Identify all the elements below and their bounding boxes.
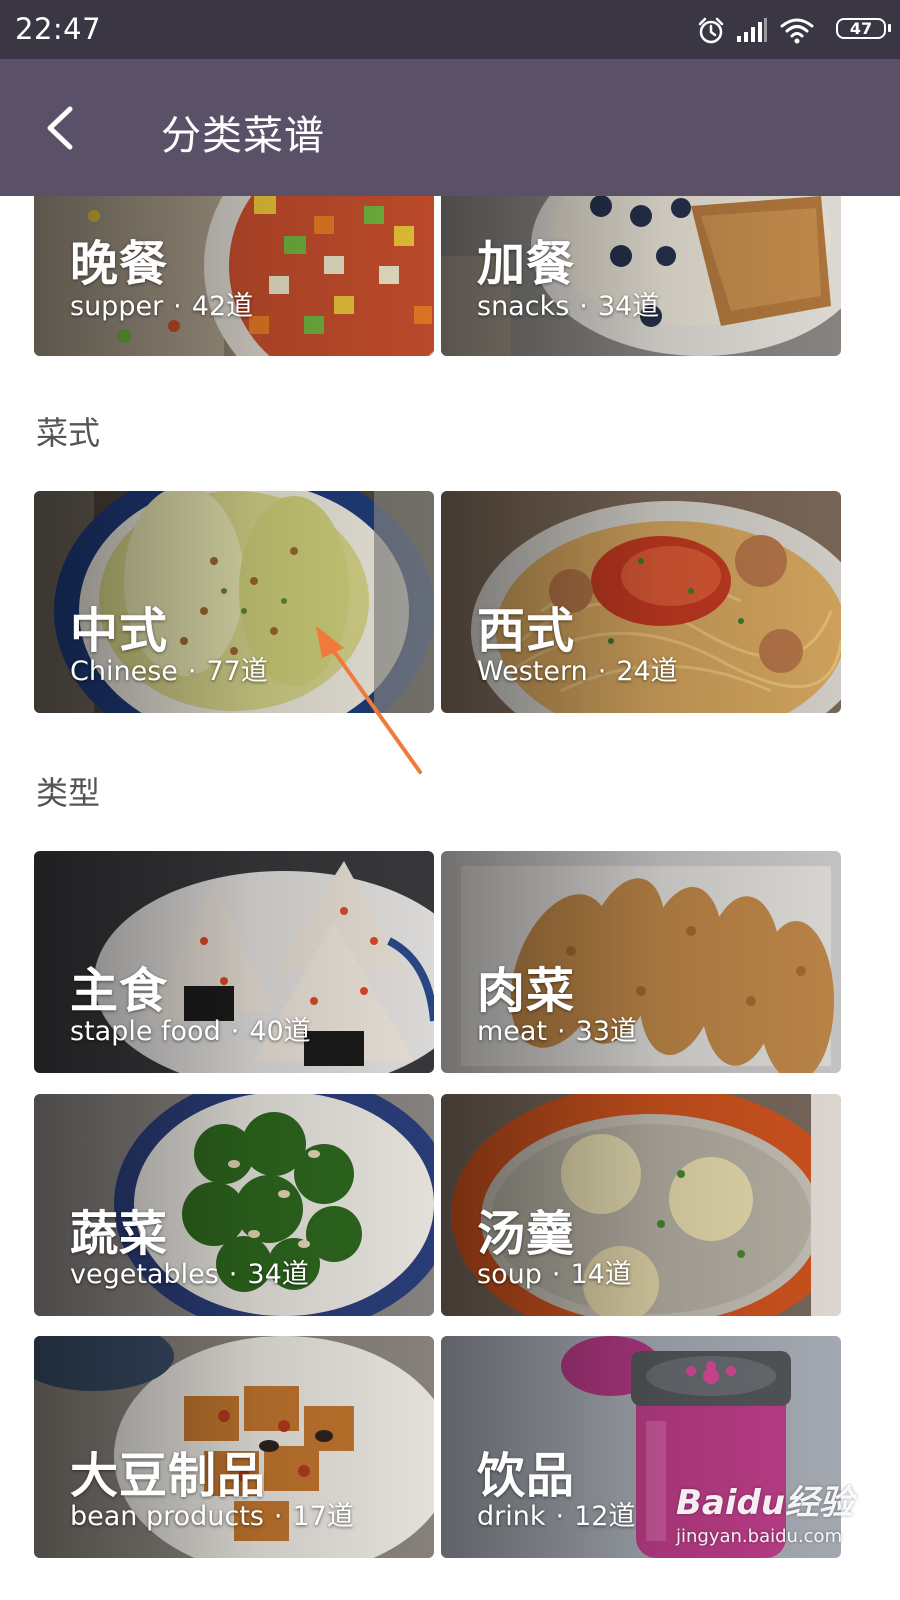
watermark-main: Baidu经验 xyxy=(676,1483,854,1523)
separator-dot: · xyxy=(579,291,588,322)
baidu-watermark: Baidu经验 jingyan.baidu.com xyxy=(676,1475,853,1547)
category-card-bean-products[interactable]: 大豆制品 bean products · 17道 xyxy=(34,1336,434,1558)
recipe-count: 34道 xyxy=(597,291,660,322)
card-subtitle: drink · 12道 xyxy=(477,1494,635,1533)
separator-dot: · xyxy=(273,1501,283,1532)
separator-dot: · xyxy=(551,1259,561,1290)
status-time: 22:47 xyxy=(15,12,102,46)
category-card-soup[interactable]: 汤羹 soup · 14道 xyxy=(441,1094,841,1316)
separator-dot: · xyxy=(173,291,182,322)
alarm-icon xyxy=(698,17,724,44)
category-card-western[interactable]: 西式 Western · 24道 xyxy=(441,491,841,713)
card-english-name: Western xyxy=(477,656,588,687)
card-subtitle: bean products · 17道 xyxy=(70,1494,354,1533)
separator-dot: · xyxy=(597,656,607,687)
card-english-name: vegetables xyxy=(70,1259,219,1290)
card-english-name: soup xyxy=(477,1259,542,1290)
category-card-staple-food[interactable]: 主食 staple food · 40道 xyxy=(34,851,434,1073)
status-icons: 47 xyxy=(696,14,891,46)
category-card-meat[interactable]: 肉菜 meat · 33道 xyxy=(441,851,841,1073)
card-english-name: bean products xyxy=(70,1501,264,1532)
separator-dot: · xyxy=(228,1259,238,1290)
card-subtitle: meat · 33道 xyxy=(477,1009,637,1048)
recipe-count: 17道 xyxy=(292,1501,354,1532)
card-subtitle: Chinese · 77道 xyxy=(70,649,268,688)
page-title: 分类菜谱 xyxy=(161,113,325,159)
card-english-name: Chinese xyxy=(70,656,178,687)
recipe-count: 34道 xyxy=(247,1259,309,1290)
signal-icon xyxy=(737,18,767,42)
card-subtitle: Western · 24道 xyxy=(477,649,678,688)
wifi-icon xyxy=(780,18,814,44)
recipe-count: 12道 xyxy=(574,1501,636,1532)
battery-icon: 47 xyxy=(836,18,886,39)
card-subtitle: soup · 14道 xyxy=(477,1252,632,1291)
card-subtitle: snacks · 34道 xyxy=(477,284,659,323)
card-subtitle: vegetables · 34道 xyxy=(70,1252,309,1291)
annotation-arrow xyxy=(316,626,422,774)
category-card-vegetables[interactable]: 蔬菜 vegetables · 34道 xyxy=(34,1094,434,1316)
separator-dot: · xyxy=(187,656,197,687)
recipe-count: 77道 xyxy=(206,656,268,687)
card-english-name: staple food xyxy=(70,1016,221,1047)
recipe-count: 24道 xyxy=(616,656,678,687)
card-subtitle: supper · 42道 xyxy=(70,284,253,323)
separator-dot: · xyxy=(230,1016,240,1047)
card-english-name: snacks xyxy=(477,291,570,322)
recipe-count: 33道 xyxy=(575,1016,637,1047)
separator-dot: · xyxy=(555,1501,565,1532)
back-arrow-icon[interactable] xyxy=(36,101,90,155)
card-english-name: supper xyxy=(70,291,164,322)
section-label-type: 类型 xyxy=(36,774,101,812)
recipe-count: 14道 xyxy=(570,1259,632,1290)
card-subtitle: staple food · 40道 xyxy=(70,1009,311,1048)
watermark-sub: jingyan.baidu.com xyxy=(676,1526,843,1547)
battery-tip xyxy=(888,24,891,32)
separator-dot: · xyxy=(557,1016,566,1047)
card-english-name: drink xyxy=(477,1501,546,1532)
recipe-count: 42道 xyxy=(191,291,254,322)
app-bar: 分类菜谱 xyxy=(0,59,900,196)
card-english-name: meat xyxy=(477,1016,548,1047)
recipe-count: 40道 xyxy=(249,1016,311,1047)
status-bar: 22:47 47 xyxy=(0,0,900,59)
section-label-style: 菜式 xyxy=(36,414,101,452)
